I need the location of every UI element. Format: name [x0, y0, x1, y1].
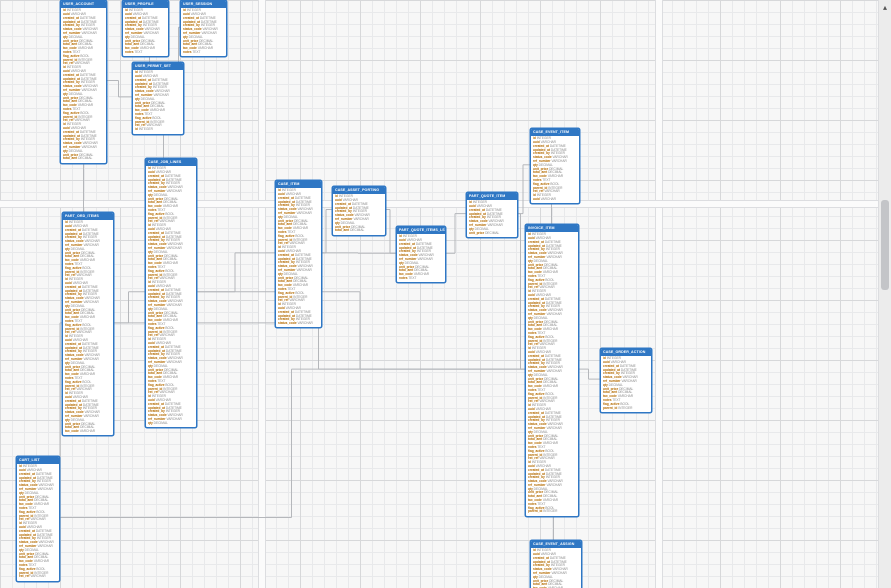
- erd-table-column: ext_ref VARCHAR: [19, 575, 57, 579]
- erd-table-column: parent_id INTEGER: [528, 510, 576, 514]
- erd-table-header: CASE_ITEM: [276, 181, 321, 188]
- erd-table-columns: id INTEGERuuid VARCHARcreated_at DATETIM…: [397, 234, 445, 283]
- erd-table-column: notes TEXT: [125, 51, 166, 55]
- erd-table[interactable]: USER_PERMIT_SETid INTEGERuuid VARCHARcre…: [132, 62, 184, 135]
- erd-table-column: total_amt DECIMAL: [335, 229, 383, 233]
- erd-table-header: PART_ORD_ITEMS: [63, 213, 113, 220]
- pane-gutter-vertical[interactable]: [258, 0, 266, 588]
- erd-table-columns: id INTEGERuuid VARCHARcreated_at DATETIM…: [61, 8, 106, 163]
- scroll-thumb[interactable]: [881, 200, 889, 290]
- erd-table-columns: id INTEGERuuid VARCHARcreated_at DATETIM…: [63, 220, 113, 436]
- erd-table-columns: id INTEGERuuid VARCHARcreated_at DATETIM…: [133, 70, 183, 134]
- erd-table[interactable]: PART_QUOTE_ITEMS_LSTid INTEGERuuid VARCH…: [396, 226, 446, 283]
- erd-table-columns: id INTEGERuuid VARCHARcreated_at DATETIM…: [146, 166, 196, 427]
- erd-table-column: tax_code VARCHAR: [65, 430, 111, 434]
- erd-table[interactable]: INVOICE_ITEMid INTEGERuuid VARCHARcreate…: [525, 224, 579, 517]
- pane-gutter-vertical[interactable]: [655, 0, 663, 588]
- erd-table-header: CASE_ASSET_PORTING: [333, 187, 385, 194]
- erd-table-column: notes TEXT: [183, 51, 224, 55]
- erd-table-header: USER_PROFILE: [123, 1, 168, 8]
- erd-table-columns: id INTEGERuuid VARCHARcreated_at DATETIM…: [333, 194, 385, 235]
- erd-table-header: PART_QUOTE_ITEM: [467, 193, 517, 200]
- erd-table[interactable]: CASE_ITEMid INTEGERuuid VARCHARcreated_a…: [275, 180, 322, 328]
- erd-table[interactable]: PART_QUOTE_ITEMid INTEGERuuid VARCHARcre…: [466, 192, 518, 238]
- erd-table[interactable]: CASE_ASSET_PORTINGid INTEGERuuid VARCHAR…: [332, 186, 386, 236]
- erd-table-header: PART_QUOTE_ITEMS_LST: [397, 227, 445, 234]
- erd-table-column: uuid VARCHAR: [533, 198, 577, 202]
- vertical-scrollbar[interactable]: ▴: [878, 0, 891, 588]
- erd-table[interactable]: USER_SESSIONid INTEGERuuid VARCHARcreate…: [180, 0, 227, 57]
- erd-table[interactable]: CASE_ORDER_ACTIONid INTEGERuuid VARCHARc…: [600, 348, 652, 413]
- erd-table[interactable]: CASE_EVENT_ITEMid INTEGERuuid VARCHARcre…: [530, 128, 580, 204]
- erd-table-column: status_code VARCHAR: [278, 322, 319, 326]
- erd-table[interactable]: CART_LISTid INTEGERuuid VARCHARcreated_a…: [16, 456, 60, 582]
- erd-table-column: parent_id INTEGER: [603, 407, 649, 411]
- erd-table-columns: id INTEGERuuid VARCHARcreated_at DATETIM…: [526, 232, 578, 516]
- erd-table-header: INVOICE_ITEM: [526, 225, 578, 232]
- erd-table-columns: id INTEGERuuid VARCHARcreated_at DATETIM…: [531, 548, 581, 588]
- erd-table-header: USER_PERMIT_SET: [133, 63, 183, 70]
- erd-table[interactable]: USER_PROFILEid INTEGERuuid VARCHARcreate…: [122, 0, 169, 57]
- erd-table-header: CASE_EVENT_ITEM: [531, 129, 579, 136]
- erd-table[interactable]: CASE_JOB_LINESid INTEGERuuid VARCHARcrea…: [145, 158, 197, 428]
- erd-table-columns: id INTEGERuuid VARCHARcreated_at DATETIM…: [601, 356, 651, 412]
- erd-table-header: USER_ACCOUNT: [61, 1, 106, 8]
- erd-table-columns: id INTEGERuuid VARCHARcreated_at DATETIM…: [123, 8, 168, 57]
- erd-table-columns: id INTEGERuuid VARCHARcreated_at DATETIM…: [276, 188, 321, 328]
- erd-table-columns: id INTEGERuuid VARCHARcreated_at DATETIM…: [181, 8, 226, 57]
- erd-table-header: CASE_EVENT_ASSIGN: [531, 541, 581, 548]
- erd-table-column: qty DECIMAL: [148, 422, 194, 426]
- erd-table-column: total_amt DECIMAL: [63, 157, 104, 161]
- pane-gutter-horizontal[interactable]: [0, 200, 891, 208]
- erd-table-columns: id INTEGERuuid VARCHARcreated_at DATETIM…: [467, 200, 517, 237]
- erd-table[interactable]: USER_ACCOUNTid INTEGERuuid VARCHARcreate…: [60, 0, 107, 164]
- erd-table-header: USER_SESSION: [181, 1, 226, 8]
- erd-table[interactable]: CASE_EVENT_ASSIGNid INTEGERuuid VARCHARc…: [530, 540, 582, 588]
- erd-table-header: CART_LIST: [17, 457, 59, 464]
- scroll-up-button[interactable]: ▴: [879, 0, 891, 14]
- erd-table-column: id INTEGER: [135, 128, 181, 132]
- erd-table-columns: id INTEGERuuid VARCHARcreated_at DATETIM…: [17, 464, 59, 581]
- erd-table-columns: id INTEGERuuid VARCHARcreated_at DATETIM…: [531, 136, 579, 204]
- erd-table-header: CASE_JOB_LINES: [146, 159, 196, 166]
- erd-table-column: notes TEXT: [399, 277, 443, 281]
- erd-table[interactable]: PART_ORD_ITEMSid INTEGERuuid VARCHARcrea…: [62, 212, 114, 436]
- erd-table-column: unit_price DECIMAL: [469, 232, 515, 236]
- erd-table-header: CASE_ORDER_ACTION: [601, 349, 651, 356]
